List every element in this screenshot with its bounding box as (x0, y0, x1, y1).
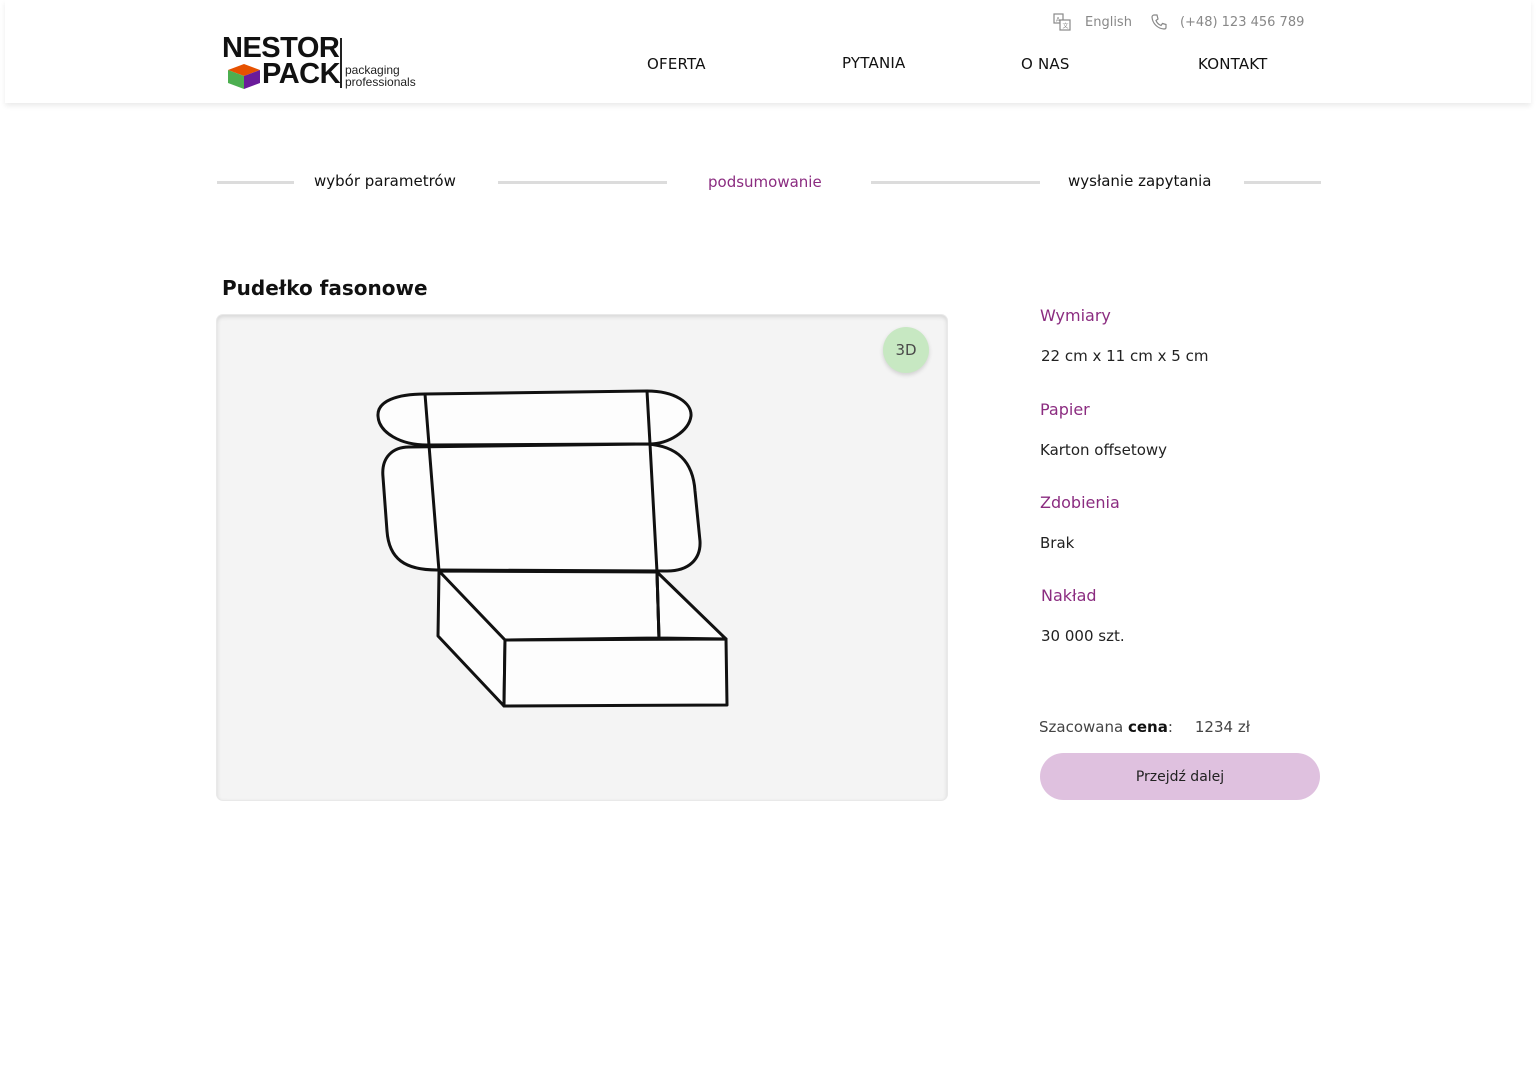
price-bold-label: cena (1127, 718, 1168, 736)
phone-number[interactable]: (+48) 123 456 789 (1180, 15, 1304, 30)
spec-label-finishing: Zdobienia (1040, 493, 1120, 512)
step-parameters[interactable]: wybór parametrów (314, 172, 456, 190)
language-switch[interactable]: English (1085, 15, 1132, 30)
spec-value-quantity: 30 000 szt. (1041, 627, 1125, 645)
spec-value-paper: Karton offsetowy (1040, 441, 1168, 459)
product-title: Pudełko fasonowe (222, 276, 428, 300)
spec-label-quantity: Nakład (1041, 586, 1097, 605)
progress-steps: wybór parametrów podsumowanie wysłanie z… (217, 170, 1321, 196)
step-summary[interactable]: podsumowanie (708, 173, 822, 191)
continue-button[interactable]: Przejdź dalej (1040, 753, 1320, 800)
topbar: A 文 English (+48) 123 456 789 (1053, 12, 1304, 32)
spec-value-dimensions: 22 cm x 11 cm x 5 cm (1041, 347, 1209, 365)
view-3d-button[interactable]: 3D (883, 327, 929, 373)
product-preview: 3D (217, 315, 947, 800)
nav-item-kontakt[interactable]: KONTAKT (1198, 55, 1268, 73)
spec-label-dimensions: Wymiary (1040, 306, 1111, 325)
nav-item-pytania[interactable]: PYTANIA (842, 54, 905, 72)
site-header: NESTOR PACK packaging professionals A 文 … (5, 0, 1531, 103)
translate-icon[interactable]: A 文 (1053, 13, 1071, 31)
nav-item-o-nas[interactable]: O NAS (1021, 55, 1070, 73)
price-amount: 1234 zł (1194, 718, 1250, 736)
box-illustration (376, 389, 729, 708)
step-divider (871, 181, 1040, 184)
price-suffix: : (1167, 718, 1173, 736)
spec-label-paper: Papier (1040, 400, 1090, 419)
estimated-price: Szacowana cena: 1234 zł (1039, 718, 1250, 736)
main-nav: OFERTA PYTANIA O NAS KONTAKT (5, 54, 1531, 77)
nav-item-oferta[interactable]: OFERTA (647, 55, 706, 73)
svg-text:文: 文 (1063, 22, 1069, 30)
step-divider (217, 181, 294, 184)
price-prefix: Szacowana (1039, 718, 1128, 736)
phone-icon (1151, 14, 1167, 30)
step-divider (1244, 181, 1321, 184)
logo-tagline-line2: professionals (345, 75, 416, 89)
step-divider (498, 181, 667, 184)
step-send-inquiry[interactable]: wysłanie zapytania (1068, 172, 1212, 190)
spec-value-finishing: Brak (1040, 534, 1075, 552)
